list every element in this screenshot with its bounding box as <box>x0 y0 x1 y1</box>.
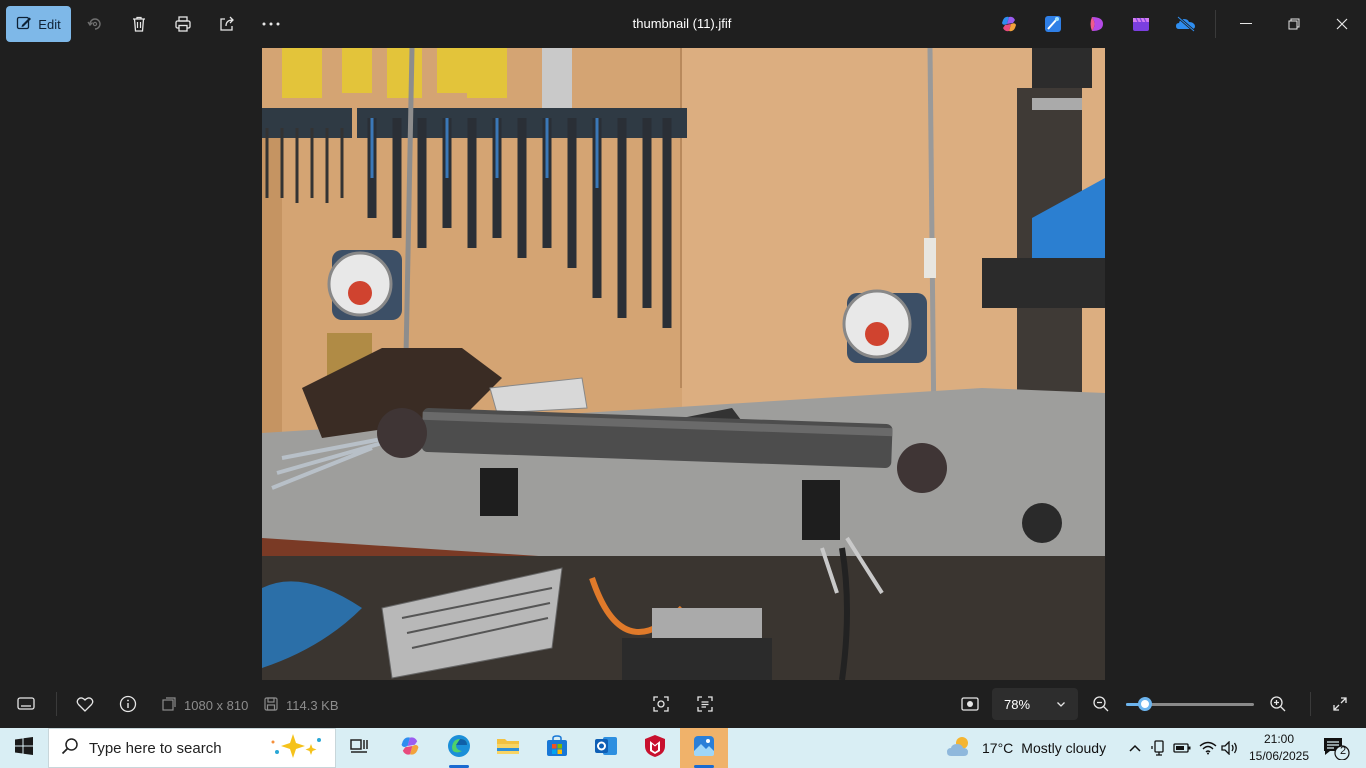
zoom-level-dropdown[interactable]: 78% <box>992 688 1078 720</box>
photos-icon <box>692 734 716 763</box>
delete-icon[interactable] <box>127 12 151 36</box>
toolbar-separator <box>1215 10 1216 38</box>
taskbar-outlook[interactable] <box>582 728 630 768</box>
taskbar-edge[interactable] <box>435 728 483 768</box>
file-size-text: 114.3 KB <box>286 698 339 713</box>
close-icon[interactable] <box>1330 12 1354 36</box>
bottom-toolbar: 1080 x 810 114.3 KB 78% <box>0 680 1366 728</box>
system-clock[interactable]: 21:00 15/06/2025 <box>1244 731 1314 765</box>
share-icon[interactable] <box>215 12 239 36</box>
store-icon <box>546 734 568 762</box>
taskbar-store[interactable] <box>533 728 581 768</box>
minimize-icon[interactable] <box>1234 12 1258 36</box>
clock-date: 15/06/2025 <box>1248 749 1310 763</box>
more-icon[interactable] <box>259 12 283 36</box>
battery-icon[interactable] <box>1172 738 1192 758</box>
mcafee-shield-icon <box>644 734 666 763</box>
cloud-sun-icon <box>946 735 974 762</box>
zoom-slider[interactable] <box>1126 697 1254 711</box>
taskbar-file-explorer[interactable] <box>484 728 532 768</box>
edit-button[interactable]: Edit <box>6 6 71 42</box>
dimensions-icon <box>162 697 176 714</box>
taskbar-search-box[interactable]: Type here to search <box>48 728 336 768</box>
file-title: thumbnail (11).jfif <box>632 16 732 31</box>
zoom-slider-thumb[interactable] <box>1138 697 1153 711</box>
copilot-icon[interactable] <box>999 14 1019 34</box>
edit-icon <box>16 15 32 34</box>
favorite-icon[interactable] <box>73 692 97 716</box>
photo-viewer-image[interactable] <box>262 48 1105 680</box>
photos-app-window: Edit thumbnail (11).jfif 1080 x 810 114.… <box>0 0 1366 728</box>
task-view-button[interactable] <box>336 728 384 768</box>
folder-icon <box>496 735 520 762</box>
taskbar-photos[interactable] <box>680 728 728 768</box>
task-view-icon <box>350 737 370 760</box>
zoom-in-icon[interactable] <box>1266 692 1290 716</box>
notification-center-button[interactable]: 2 <box>1322 736 1350 761</box>
text-scan-icon[interactable] <box>693 692 717 716</box>
outlook-icon <box>594 735 618 762</box>
windows-logo-icon <box>15 736 33 760</box>
clock-time: 21:00 <box>1263 732 1295 746</box>
info-icon[interactable] <box>116 692 140 716</box>
image-dimensions: 1080 x 810 <box>162 697 248 714</box>
volume-icon[interactable] <box>1220 738 1240 758</box>
dimensions-text: 1080 x 810 <box>184 698 249 713</box>
meet-now-icon[interactable] <box>1149 738 1169 758</box>
file-size: 114.3 KB <box>264 697 339 714</box>
save-disk-icon <box>264 697 278 714</box>
zoom-value: 78% <box>1004 696 1031 712</box>
wifi-icon[interactable] <box>1198 738 1218 758</box>
weather-widget[interactable]: 17°C Mostly cloudy <box>946 728 1106 768</box>
edit-label: Edit <box>38 16 61 32</box>
workshop-photo <box>262 48 1105 680</box>
video-editor-icon[interactable] <box>1131 14 1151 34</box>
visual-search-icon[interactable] <box>649 692 673 716</box>
fit-to-window-icon[interactable] <box>958 692 982 716</box>
gauge-right <box>842 289 927 363</box>
weather-temp: 17°C <box>982 740 1014 756</box>
weather-text: Mostly cloudy <box>1021 740 1107 756</box>
search-icon <box>61 737 79 759</box>
designer-icon[interactable] <box>1043 14 1063 34</box>
rotate-icon[interactable] <box>83 12 107 36</box>
chevron-down-icon <box>1056 697 1066 712</box>
show-hidden-icons-chevron-up-icon[interactable] <box>1125 738 1145 758</box>
taskbar-mcafee[interactable] <box>631 728 679 768</box>
search-highlight-icon <box>267 732 327 764</box>
zoom-out-icon[interactable] <box>1089 692 1113 716</box>
bottom-separator <box>1310 692 1311 716</box>
edge-icon <box>447 734 471 763</box>
copilot-icon <box>398 734 422 763</box>
search-placeholder: Type here to search <box>89 739 222 757</box>
onedrive-icon[interactable] <box>1175 14 1195 34</box>
top-toolbar: Edit thumbnail (11).jfif <box>0 0 1366 48</box>
filmstrip-icon[interactable] <box>14 692 38 716</box>
restore-icon[interactable] <box>1282 12 1306 36</box>
start-button[interactable] <box>0 728 48 768</box>
windows-taskbar: Type here to search 17°C Mostly cloudy 2… <box>0 728 1366 768</box>
print-icon[interactable] <box>171 12 195 36</box>
gauge-left <box>327 250 402 320</box>
taskbar-copilot[interactable] <box>386 728 434 768</box>
bottom-separator <box>56 692 57 716</box>
fullscreen-icon[interactable] <box>1328 692 1352 716</box>
clipchamp-icon[interactable] <box>1087 14 1107 34</box>
notification-count: 2 <box>1339 745 1347 757</box>
